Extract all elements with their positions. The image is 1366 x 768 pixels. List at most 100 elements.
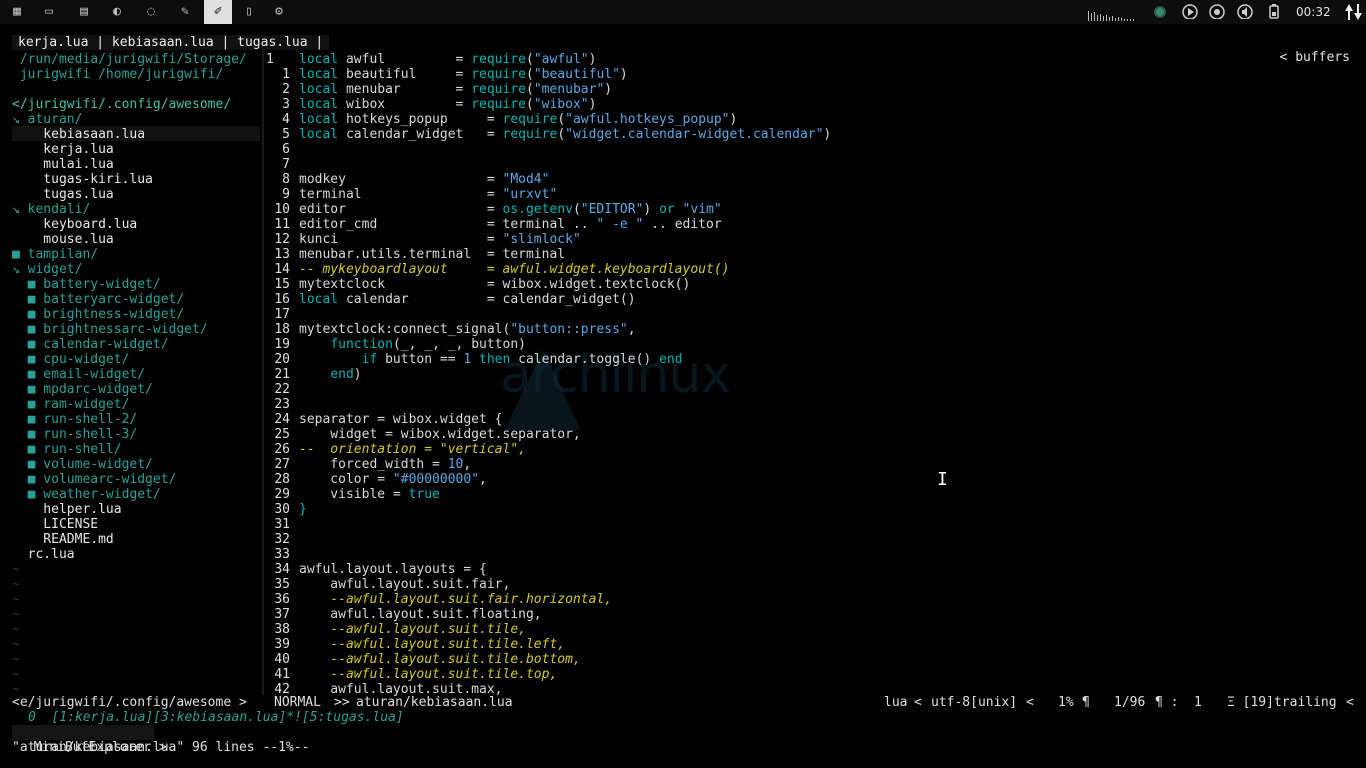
chart-icon[interactable]: ◐ [108,3,126,21]
tree-dir[interactable]: ■ brightnessarc-widget/ [12,322,208,337]
play-icon[interactable] [1182,3,1198,21]
volume-icon[interactable] [1237,3,1253,21]
code-line[interactable]: 25 widget = wibox.widget.separator, [266,427,580,442]
line-number: 30 [274,502,290,517]
tree-file[interactable]: rc.lua [12,547,75,562]
code-line[interactable]: 19 function(_, _, _, button) [266,337,526,352]
tree-file[interactable]: helper.lua [12,502,121,517]
code-line[interactable]: 22 [266,382,299,397]
code-line[interactable]: 36 --awful.layout.suit.fair.horizontal, [266,592,612,607]
tree-dir[interactable]: ■ ram-widget/ [12,397,130,412]
battery-icon[interactable] [1267,3,1281,21]
brush-icon[interactable]: ✎ [176,3,194,21]
tree-dir[interactable]: ■ tampilan/ [12,247,98,262]
code-line[interactable]: 27 forced_width = 10, [266,457,471,472]
sort-arrows-icon[interactable] [1344,3,1364,21]
code-line[interactable]: 12 kunci = "slimlock" [266,232,580,247]
drive-icon[interactable]: ▭ [40,3,58,21]
tree-file[interactable]: mulai.lua [12,157,113,172]
tree-file[interactable]: keyboard.lua [12,217,137,232]
weather-icon[interactable] [1152,3,1168,21]
grid-icon[interactable]: ▦ [8,3,26,21]
tree-dir[interactable]: ■ mpdarc-widget/ [12,382,153,397]
code-line[interactable]: 32 [266,532,299,547]
tree-dir[interactable]: ■ run-shell/ [12,442,122,457]
chat-icon[interactable]: ◌ [142,3,160,21]
tree-dir[interactable]: ■ battery-widget/ [12,277,161,292]
tree-file[interactable]: kebiasaan.lua [12,127,145,142]
brightness-icon[interactable] [1209,3,1225,21]
tree-file[interactable]: LICENSE [12,517,98,532]
code-line[interactable]: 26 -- orientation = "vertical", [266,442,526,457]
tab-list[interactable]: kerja.lua | kebiasaan.lua | tugas.lua | [12,35,330,50]
code-line[interactable]: 35 awful.layout.suit.fair, [266,577,510,592]
code-editor[interactable]: 1 local awful = require("awful") 1 local be… [266,50,1366,697]
code-line[interactable]: 14 -- mykeyboardlayout = awful.widget.key… [266,262,729,277]
code-line[interactable]: 28 color = "#00000000", [266,472,487,487]
code-line[interactable]: 4 local hotkeys_popup = require("awful.ho… [266,112,737,127]
minibuf-list[interactable]: 0 [1:kerja.lua][3:kebiasaan.lua]*![5:tug… [28,710,404,725]
code-line[interactable]: 3 local wibox = require("wibox") [266,97,596,112]
code-line[interactable]: 17 [266,307,299,322]
gear-icon[interactable]: ⚙ [270,3,288,21]
tree-file[interactable]: tugas.lua [12,187,113,202]
code-line[interactable]: 9 terminal = "urxvt" [266,187,557,202]
code-line[interactable]: 8 modkey = "Mod4" [266,172,549,187]
code-line[interactable]: 2 local menubar = require("menubar") [266,82,612,97]
code-line[interactable]: 34 awful.layout.layouts = { [266,562,487,577]
tree-dir[interactable]: ↘ aturan/ [12,112,82,127]
code-line[interactable]: 5 local calendar_widget = require("widget… [266,127,831,142]
code-line[interactable]: 30} [266,502,306,517]
tree-file[interactable]: tugas-kiri.lua [12,172,153,187]
empty-line-marker: ~ [12,592,20,607]
tree-dir[interactable]: ■ calendar-widget/ [12,337,169,352]
tree-dir[interactable]: ■ batteryarc-widget/ [12,292,185,307]
tree-file[interactable]: README.md [12,532,113,547]
code-line[interactable]: 7 [266,157,299,172]
code-line[interactable]: 18 mytextclock:connect_signal("button::pr… [266,322,635,337]
tree-dir[interactable]: ■ email-widget/ [12,367,145,382]
tree-file[interactable]: kerja.lua [12,142,113,157]
code-line[interactable]: 1 local beautiful = require("beautiful") [266,67,628,82]
tree-dir[interactable]: ■ volume-widget/ [12,457,153,472]
code-line[interactable]: 33 [266,547,299,562]
tree-dir[interactable]: ■ run-shell-3/ [12,427,138,442]
code-line[interactable]: 38 --awful.layout.suit.tile, [266,622,526,637]
tree-dir[interactable]: ■ brightness-widget/ [12,307,185,322]
pen-icon[interactable]: ✐ [204,0,232,24]
code-line[interactable]: 1 local awful = require("awful") [266,52,596,67]
code-line[interactable]: 16 local calendar = calendar_widget() [266,292,635,307]
code-line[interactable]: 21 end) [266,367,361,382]
code-line[interactable]: 15 mytextclock = wibox.widget.textclock() [266,277,690,292]
document-icon[interactable]: ▯ [240,3,258,21]
tree-dir[interactable]: ↘ kendali/ [12,202,90,217]
code-line[interactable]: 10 editor = os.getenv("EDITOR") or "vim" [266,202,721,217]
tree-dir[interactable]: ■ weather-widget/ [12,487,161,502]
code-line[interactable]: 37 awful.layout.suit.floating, [266,607,541,622]
buffers-label[interactable]: < buffers [1248,35,1350,65]
tree-dir[interactable]: ↘ widget/ [12,262,82,277]
code-line[interactable]: 40 --awful.layout.suit.tile.bottom, [266,652,580,667]
clock[interactable]: 00:32 [1296,3,1336,21]
code-line[interactable]: 24 separator = wibox.widget { [266,412,502,427]
film-icon[interactable]: ▤ [75,3,93,21]
tree-file[interactable]: mouse.lua [12,232,113,247]
pane-separator[interactable] [262,50,264,695]
code-line[interactable]: 20 if button == 1 then calendar.toggle()… [266,352,682,367]
tree-dir[interactable]: jurigwifi /home/jurigwifi/ [12,67,224,82]
tree-dir[interactable]: ■ run-shell-2/ [12,412,138,427]
code-line[interactable]: 13 menubar.utils.terminal = terminal [266,247,565,262]
code-line[interactable]: 39 --awful.layout.suit.tile.left, [266,637,565,652]
tree-dir[interactable]: </jurigwifi/.config/awesome/ [12,97,231,112]
code-line[interactable]: 41 --awful.layout.suit.tile.top, [266,667,557,682]
tree-dir[interactable]: ■ volumearc-widget/ [12,472,177,487]
code-line[interactable]: 29 visible = true [266,487,440,502]
tree-dir[interactable]: ■ cpu-widget/ [12,352,130,367]
code-line[interactable]: 6 [266,142,299,157]
code-line[interactable]: 11 editor_cmd = terminal .. " -e " .. edi… [266,217,721,232]
code-line[interactable]: 23 [266,397,299,412]
tree-dir[interactable]: /run/media/jurigwifi/Storage/ [12,52,247,67]
code-line[interactable]: 31 [266,517,299,532]
code-token: ( [557,127,566,142]
line-number: 36 [274,592,290,607]
